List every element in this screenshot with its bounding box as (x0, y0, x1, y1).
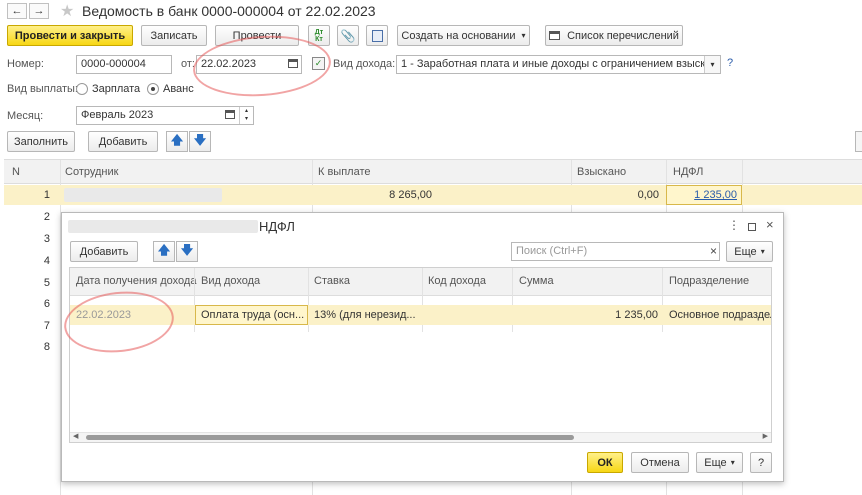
dialog-search-input[interactable]: Поиск (Ctrl+F) × (511, 242, 720, 261)
fill-button[interactable]: Заполнить (7, 131, 75, 152)
favorite-star-icon[interactable]: ★ (60, 1, 74, 21)
dialog-add-button[interactable]: Добавить (70, 241, 138, 262)
division-cell: Основное подраздел... (669, 309, 771, 321)
col-n[interactable]: N (12, 166, 20, 178)
income-type-select[interactable]: 1 - Заработная плата и иные доходы с огр… (396, 55, 721, 74)
income-type-cell[interactable]: Оплата труда (осн... (195, 305, 308, 325)
radio-advance[interactable] (147, 83, 159, 95)
dialog-more-button[interactable]: Еще ▾ (726, 241, 773, 262)
horizontal-scrollbar[interactable]: ◀ ▶ (70, 432, 771, 442)
arrow-down-icon: 🡇 (193, 133, 207, 147)
move-up-button[interactable]: 🡅 (166, 131, 188, 152)
create-based-on-button[interactable]: Создать на основании ▾ (397, 25, 530, 46)
sum-cell: 1 235,00 (615, 309, 658, 321)
close-icon[interactable]: × (766, 217, 774, 232)
dropdown-arrow-icon: ▾ (730, 458, 735, 467)
radio-salary[interactable] (76, 83, 88, 95)
arrow-right-icon: → (33, 5, 45, 17)
ndfl-grid: Дата получения дохода Вид дохода Ставка … (69, 267, 772, 443)
annotation-circle-date (191, 31, 333, 101)
arrow-down-icon: 🡇 (180, 243, 194, 257)
col-withheld[interactable]: Взыскано (577, 166, 626, 178)
col-sum[interactable]: Сумма (519, 275, 554, 287)
forward-button[interactable]: → (29, 3, 49, 19)
save-button[interactable]: Записать (141, 25, 207, 46)
scroll-left-icon[interactable]: ◀ (73, 432, 78, 440)
number-label: Номер: (7, 58, 44, 70)
dtkt-icon: Дт Кт (314, 28, 324, 43)
month-field[interactable]: Февраль 2023 ▴ ▾ (76, 106, 254, 125)
col-income-type[interactable]: Вид дохода (201, 275, 260, 287)
back-button[interactable]: ← (7, 3, 27, 19)
col-income-code[interactable]: Код дохода (428, 275, 486, 287)
right-edge-button[interactable] (855, 131, 862, 152)
col-rate[interactable]: Ставка (314, 275, 350, 287)
clear-search-icon[interactable]: × (710, 243, 717, 260)
number-field[interactable]: 0000-000004 (76, 55, 172, 74)
document-structure-icon (371, 29, 383, 42)
dropdown-arrow-icon: ▾ (521, 31, 526, 40)
maximize-icon[interactable] (748, 223, 756, 231)
dropdown-arrow-icon: ▾ (760, 247, 765, 256)
col-employee[interactable]: Сотрудник (65, 166, 118, 178)
col-ndfl[interactable]: НДФЛ (673, 166, 703, 178)
dialog-menu-icon[interactable]: ⋮ (728, 218, 740, 232)
calendar-icon[interactable] (225, 110, 235, 119)
employee-name-redacted (64, 188, 222, 202)
cancel-button[interactable]: Отмена (631, 452, 689, 473)
dialog-move-down-button[interactable]: 🡇 (176, 241, 198, 262)
arrow-left-icon: ← (11, 5, 23, 17)
dialog-title: НДФЛ (259, 219, 295, 234)
printer-icon (549, 31, 561, 40)
arrow-up-icon: 🡅 (170, 133, 184, 147)
dialog-help-button[interactable]: ? (750, 452, 772, 473)
arrow-up-icon: 🡅 (157, 243, 171, 257)
table-row[interactable]: 22.02.2023 Оплата труда (осн... 13% (для… (70, 305, 771, 325)
dialog-move-up-button[interactable]: 🡅 (153, 241, 175, 262)
col-division[interactable]: Подразделение (669, 275, 749, 287)
dropdown-arrow-icon[interactable]: ▾ (704, 56, 720, 73)
paperclip-icon: 📎 (340, 28, 356, 43)
ndfl-dialog: НДФЛ ⋮ × Добавить 🡅 🡇 Поиск (Ctrl+F) × Е… (61, 212, 784, 482)
grid-header: N Сотрудник К выплате Взыскано НДФЛ (4, 160, 862, 184)
rate-cell: 13% (для нерезид... (314, 309, 416, 321)
transfers-list-button[interactable]: Список перечислений (545, 25, 683, 46)
ok-button[interactable]: ОК (587, 452, 623, 473)
income-type-label: Вид дохода: (333, 58, 396, 70)
attach-button[interactable]: 📎 (337, 25, 359, 46)
help-link[interactable]: ? (727, 57, 733, 69)
add-row-button[interactable]: Добавить (88, 131, 158, 152)
move-down-button[interactable]: 🡇 (189, 131, 211, 152)
footer-more-button[interactable]: Еще ▾ (696, 452, 743, 473)
radio-advance-label[interactable]: Аванс (163, 83, 194, 95)
col-income-date[interactable]: Дата получения дохода (76, 275, 196, 287)
dialog-title-redacted (68, 220, 258, 233)
scroll-right-icon[interactable]: ▶ (763, 432, 768, 440)
month-label: Месяц: (7, 110, 44, 122)
window-title: Ведомость в банк 0000-000004 от 22.02.20… (82, 3, 376, 19)
table-row[interactable]: 1 8 265,00 0,00 1 235,00 (4, 185, 862, 205)
scrollbar-thumb[interactable] (86, 435, 574, 440)
col-to-pay[interactable]: К выплате (318, 166, 371, 178)
structure-button[interactable] (366, 25, 388, 46)
ndfl-cell[interactable]: 1 235,00 (666, 185, 742, 205)
payment-type-label: Вид выплаты: (7, 83, 78, 95)
spin-control[interactable]: ▴ ▾ (239, 107, 253, 124)
radio-salary-label[interactable]: Зарплата (92, 83, 140, 95)
post-and-close-button[interactable]: Провести и закрыть (7, 25, 133, 46)
